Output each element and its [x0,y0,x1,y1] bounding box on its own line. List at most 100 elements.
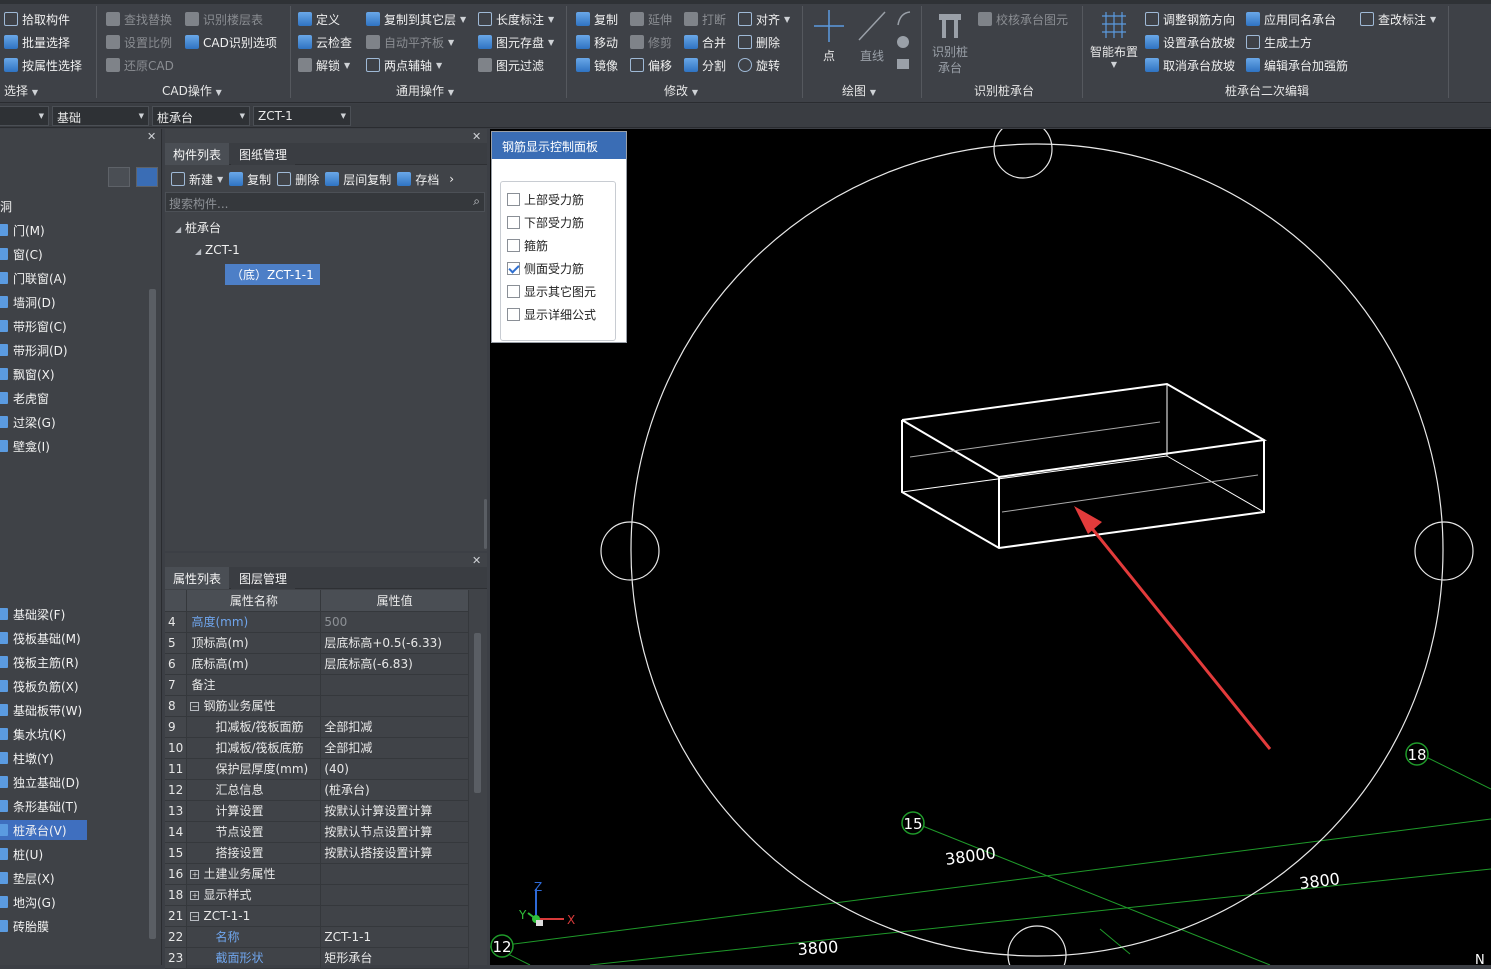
expand-icon[interactable]: + [190,870,200,879]
property-value[interactable]: 全部扣减 [320,716,469,738]
property-row[interactable]: 4 高度(mm) 500 [165,611,469,633]
property-value[interactable]: 按默认搭接设置计算 [320,842,469,864]
copy-component-button[interactable]: 复制 [229,171,271,188]
viewport-canvas[interactable]: 15 18 12 38000 3800 3800 Z X Y N [490,129,1491,965]
batch-select-button[interactable]: 批量选择 [4,32,70,52]
tab-layer-management[interactable]: 图层管理 [231,567,296,589]
pile-circle-bottom[interactable] [1007,925,1067,965]
pick-component-button[interactable]: 拾取构件 [4,9,70,29]
type-combo[interactable]: 桩承台 ▼ [152,106,250,126]
mirror-button[interactable]: 镜像 [576,55,618,75]
property-value[interactable]: 全部扣减 [320,737,469,759]
rebar-option[interactable]: 显示详细公式 [507,306,596,323]
check-cap-element-button[interactable]: 校核承台图元 [978,9,1068,29]
nav-item[interactable]: 集水坑(K) [0,724,66,744]
unlock-button[interactable]: 解锁 ▼ [298,55,350,75]
category-combo[interactable]: 基础 ▼ [52,106,149,126]
nav-item[interactable]: 条形基础(T) [0,796,78,816]
close-icon[interactable]: ✕ [147,130,156,143]
set-cap-slope-button[interactable]: 设置承台放坡 [1145,32,1235,52]
element-filter-button[interactable]: 图元过滤 [478,55,544,75]
close-icon[interactable]: ✕ [472,130,481,143]
search-component-input[interactable]: 搜索构件... ⌕ [165,192,485,212]
property-row[interactable]: 5 顶标高(m) 层底标高+0.5(-6.33) [165,632,469,654]
tab-component-list[interactable]: 构件列表 [165,143,230,165]
nav-item[interactable]: 飘窗(X) [0,364,55,384]
find-replace-button[interactable]: 查找替换 [106,9,172,29]
property-row[interactable]: 11 保护层厚度(mm) (40) [165,758,469,780]
smart-layout-button[interactable]: 智能布置 ▼ [1088,10,1140,76]
offset-button[interactable]: 偏移 [630,55,672,75]
copy-to-other-floor-button[interactable]: 复制到其它层 ▼ [366,9,466,29]
nav-item[interactable]: 基础梁(F) [0,604,65,624]
tab-property-list[interactable]: 属性列表 [165,567,230,589]
property-value[interactable]: ZCT-1-1 [320,926,469,948]
floor-copy-button[interactable]: 层间复制 [325,171,391,188]
property-row[interactable]: 12 汇总信息 (桩承台) [165,779,469,801]
nav-item[interactable]: 门(M) [0,220,45,240]
property-row[interactable]: 14 节点设置 按默认节点设置计算 [165,821,469,843]
nav-item[interactable]: 窗(C) [0,244,43,264]
property-row[interactable]: 10 扣减板/筏板底筋 全部扣减 [165,737,469,759]
floor-combo[interactable]: ▼ [0,106,49,126]
nav-item[interactable]: 柱墩(Y) [0,748,54,768]
property-value[interactable]: (桩承台) [320,779,469,801]
trim-button[interactable]: 修剪 [630,32,672,52]
extend-button[interactable]: 延伸 [630,9,672,29]
nav-item-selected[interactable]: 桩承台(V) [0,820,87,840]
cad-options-button[interactable]: CAD识别选项 [185,32,277,52]
nav-item[interactable]: 独立基础(D) [0,772,80,792]
nav-item[interactable]: 墙洞(D) [0,292,56,312]
3d-viewport[interactable]: 15 18 12 38000 3800 3800 Z X Y N [490,129,1491,965]
rotate-button[interactable]: 旋转 [738,55,780,75]
property-row[interactable]: 8− 钢筋业务属性 [165,695,469,717]
tree-root[interactable]: ◢ 桩承台 [175,219,221,236]
nav-item[interactable]: 带形洞(D) [0,340,68,360]
merge-button[interactable]: 合并 [684,32,726,52]
tab-drawing-management[interactable]: 图纸管理 [231,143,296,165]
cad-group-label[interactable]: CAD操作 ▼ [162,82,222,99]
archive-button[interactable]: 存档 [397,171,439,188]
delete-component-button[interactable]: 删除 [277,171,319,188]
property-row[interactable]: 22 名称 ZCT-1-1 [165,926,469,948]
property-value[interactable]: (40) [320,758,469,780]
pile-circle-top[interactable] [993,129,1053,179]
component-combo[interactable]: ZCT-1 ▼ [253,106,351,126]
adjust-rebar-direction-button[interactable]: 调整钢筋方向 [1145,9,1235,29]
rebar-option[interactable]: 侧面受力筋 [507,260,584,277]
property-row[interactable]: 9 扣减板/筏板面筋 全部扣减 [165,716,469,738]
line-button[interactable]: 直线 [855,8,889,64]
component-scrollbar[interactable] [484,499,487,549]
rebar-option[interactable]: 显示其它图元 [507,283,596,300]
collapse-icon[interactable]: − [190,702,200,711]
nav-item[interactable]: 老虎窗 [0,388,49,408]
checkbox[interactable] [507,308,520,321]
property-value[interactable] [320,674,469,696]
break-button[interactable]: 打断 [684,9,726,29]
tree-child[interactable]: ◢ ZCT-1 [195,243,240,257]
nav-item[interactable]: 地沟(G) [0,892,56,912]
rebar-option[interactable]: 箍筋 [507,237,548,254]
property-row[interactable]: 18 + 显示样式 [165,884,469,906]
nav-item[interactable]: 筏板主筋(R) [0,652,79,672]
delete-button[interactable]: 删除 [738,32,780,52]
set-scale-button[interactable]: 设置比例 [106,32,172,52]
length-dimension-button[interactable]: 长度标注 ▼ [478,9,554,29]
auto-align-slab-button[interactable]: 自动平齐板 ▼ [366,32,454,52]
collapse-icon[interactable]: − [190,911,200,921]
identify-pile-cap-button[interactable]: 识别桩承台 [930,10,970,80]
tree-leaf-selected[interactable]: （底）ZCT-1-1 [225,264,320,285]
property-value[interactable] [320,863,469,885]
select-by-property-button[interactable]: 按属性选择 [4,55,82,75]
property-value[interactable] [320,905,469,927]
two-point-axis-button[interactable]: 两点辅轴 ▼ [366,55,442,75]
nav-item[interactable]: 砖胎膜 [0,916,49,936]
nav-item[interactable]: 垫层(X) [0,868,55,888]
nav-item[interactable]: 筏板基础(M) [0,628,81,648]
new-button[interactable]: 新建 ▼ [171,171,223,188]
checkbox[interactable] [507,239,520,252]
edit-annotation-button[interactable]: 查改标注 ▼ [1360,9,1436,29]
split-button[interactable]: 分割 [684,55,726,75]
apply-same-name-cap-button[interactable]: 应用同名承台 [1246,9,1336,29]
nav-item[interactable]: 筏板负筋(X) [0,676,79,696]
